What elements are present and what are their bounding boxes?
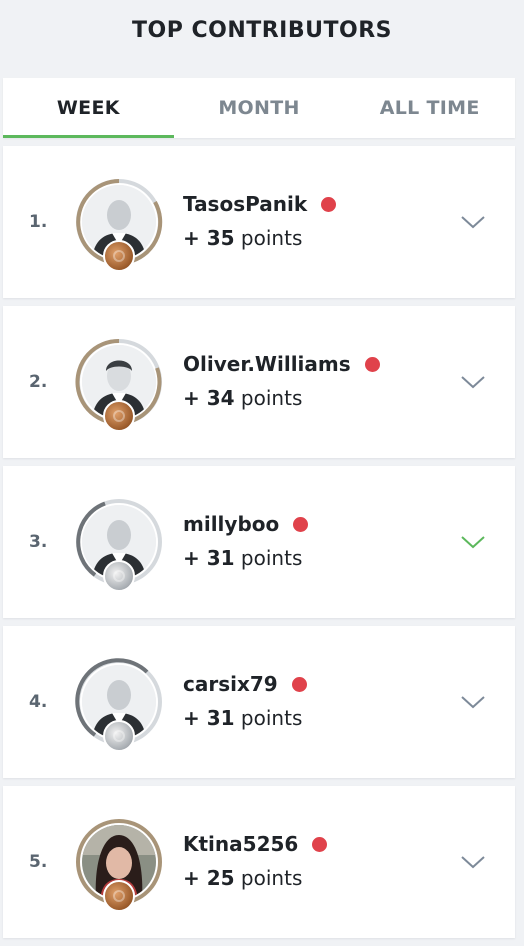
contributor-name[interactable]: Ktina5256: [183, 832, 328, 856]
points-suffix: points: [234, 546, 303, 570]
rank-number: 2.: [29, 372, 48, 392]
points-prefix: +: [183, 866, 207, 890]
tab-all-time[interactable]: ALL TIME: [344, 78, 515, 138]
contributor-card: 4. carsix79 + 31 points: [3, 626, 515, 778]
avatar[interactable]: [75, 498, 163, 592]
chevron-down-icon[interactable]: [459, 368, 487, 396]
points-text: + 31 points: [183, 546, 302, 570]
contributor-card: 2. Oliver.Williams + 34 points: [3, 306, 515, 458]
points-value: 25: [206, 866, 235, 890]
avatar[interactable]: [75, 178, 163, 272]
contributor-name[interactable]: TasosPanik: [183, 192, 337, 216]
points-suffix: points: [234, 706, 303, 730]
contributor-card: 5. Ktina5256 + 25 points: [3, 786, 515, 938]
status-dot-icon: [293, 516, 309, 532]
contributor-name[interactable]: Oliver.Williams: [183, 352, 380, 376]
status-dot-icon: [291, 676, 307, 692]
silver-medal-icon: [103, 720, 135, 752]
rank-number: 3.: [29, 532, 48, 552]
points-value: 35: [206, 226, 235, 250]
chevron-down-icon[interactable]: [459, 688, 487, 716]
points-value: 34: [206, 386, 235, 410]
status-dot-icon: [364, 356, 380, 372]
status-dot-icon: [312, 836, 328, 852]
points-prefix: +: [183, 546, 207, 570]
chevron-down-icon[interactable]: [459, 528, 487, 556]
points-value: 31: [206, 706, 235, 730]
bronze-medal-icon: [103, 880, 135, 912]
points-text: + 31 points: [183, 706, 302, 730]
rank-number: 4.: [29, 692, 48, 712]
contributor-name-text: TasosPanik: [183, 192, 308, 216]
rank-number: 5.: [29, 852, 48, 872]
bronze-medal-icon: [103, 240, 135, 272]
points-suffix: points: [234, 866, 303, 890]
avatar[interactable]: [75, 658, 163, 752]
period-tabs: WEEK MONTH ALL TIME: [3, 78, 515, 138]
contributor-name-text: carsix79: [183, 672, 278, 696]
points-value: 31: [206, 546, 235, 570]
contributor-name-text: Oliver.Williams: [183, 352, 351, 376]
points-text: + 34 points: [183, 386, 302, 410]
contributor-card: 3. millyboo + 31 points: [3, 466, 515, 618]
points-text: + 35 points: [183, 226, 302, 250]
chevron-down-icon[interactable]: [459, 848, 487, 876]
points-suffix: points: [234, 226, 303, 250]
contributor-name[interactable]: carsix79: [183, 672, 307, 696]
points-prefix: +: [183, 706, 207, 730]
contributor-card: 1. TasosPanik + 35 points: [3, 146, 515, 298]
status-dot-icon: [321, 196, 337, 212]
tab-week[interactable]: WEEK: [3, 78, 174, 138]
rank-number: 1.: [29, 212, 48, 232]
bronze-medal-icon: [103, 400, 135, 432]
silver-medal-icon: [103, 560, 135, 592]
contributor-name-text: Ktina5256: [183, 832, 299, 856]
tab-month[interactable]: MONTH: [174, 78, 345, 138]
points-suffix: points: [234, 386, 303, 410]
contributor-name-text: millyboo: [183, 512, 280, 536]
points-prefix: +: [183, 386, 207, 410]
contributor-name[interactable]: millyboo: [183, 512, 309, 536]
page-title: TOP CONTRIBUTORS: [131, 18, 392, 43]
avatar[interactable]: [75, 338, 163, 432]
avatar[interactable]: [75, 818, 163, 912]
points-prefix: +: [183, 226, 207, 250]
points-text: + 25 points: [183, 866, 302, 890]
chevron-down-icon[interactable]: [459, 208, 487, 236]
